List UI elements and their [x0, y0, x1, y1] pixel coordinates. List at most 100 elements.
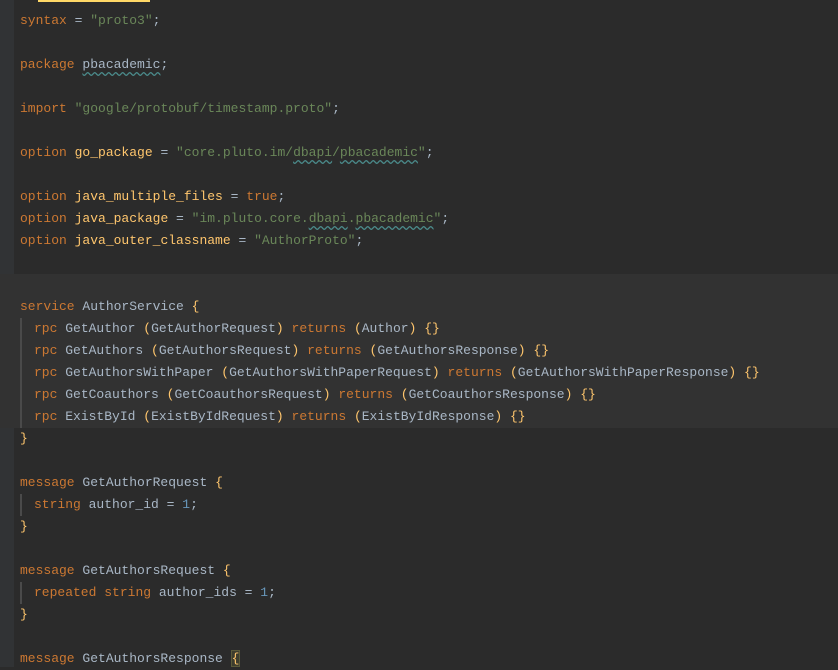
keyword: repeated [34, 585, 96, 600]
indent-guide [20, 318, 22, 340]
keyword: returns [292, 321, 347, 336]
rpc-name: GetAuthorsWithPaper [65, 365, 213, 380]
keyword: returns [338, 387, 393, 402]
code-line[interactable]: message GetAuthorsRequest { [20, 560, 838, 582]
code-line[interactable] [20, 76, 838, 98]
keyword: option [20, 145, 67, 160]
equals: = [231, 233, 254, 248]
boolean: true [246, 189, 277, 204]
keyword: returns [448, 365, 503, 380]
brace: } [20, 431, 28, 446]
paren: ( [221, 365, 229, 380]
field-number: 1 [182, 497, 190, 512]
message-name: GetAuthorRequest [82, 475, 207, 490]
code-line[interactable]: rpc GetAuthor (GetAuthorRequest) returns… [20, 318, 838, 340]
keyword: rpc [34, 409, 57, 424]
semicolon: ; [355, 233, 363, 248]
type-ref: GetAuthorsWithPaperRequest [229, 365, 432, 380]
code-line[interactable]: package pbacademic; [20, 54, 838, 76]
equals: = [159, 497, 182, 512]
code-line[interactable]: service AuthorService { [20, 296, 838, 318]
string-part: dbapi [293, 145, 332, 160]
keyword: rpc [34, 387, 57, 402]
paren: ) [409, 321, 417, 336]
paren: ( [354, 321, 362, 336]
code-line[interactable]: } [20, 604, 838, 626]
type-ref: ExistByIdResponse [362, 409, 495, 424]
code-line[interactable]: option java_multiple_files = true; [20, 186, 838, 208]
type-ref: GetAuthorsResponse [377, 343, 517, 358]
keyword: rpc [34, 343, 57, 358]
equals: = [153, 145, 176, 160]
rpc-name: GetAuthor [65, 321, 135, 336]
paren: ( [151, 343, 159, 358]
brace: { [215, 475, 223, 490]
type-ref: GetCoauthorsRequest [174, 387, 322, 402]
code-line[interactable]: import "google/protobuf/timestamp.proto"… [20, 98, 838, 120]
semicolon: ; [277, 189, 285, 204]
string-literal: "AuthorProto" [254, 233, 355, 248]
paren: ( [510, 365, 518, 380]
keyword: message [20, 563, 75, 578]
code-line[interactable]: string author_id = 1; [20, 494, 838, 516]
code-line[interactable]: message GetAuthorRequest { [20, 472, 838, 494]
code-line[interactable] [20, 32, 838, 54]
code-line[interactable] [20, 274, 838, 296]
paren: ) [323, 387, 331, 402]
code-line[interactable]: } [20, 516, 838, 538]
semicolon: ; [268, 585, 276, 600]
code-line[interactable]: option go_package = "core.pluto.im/dbapi… [20, 142, 838, 164]
equals: = [237, 585, 260, 600]
indent-guide [20, 362, 22, 384]
equals: = [168, 211, 191, 226]
type-ref: Author [362, 321, 409, 336]
type-ref: GetAuthorRequest [151, 321, 276, 336]
braces: {} [510, 409, 526, 424]
keyword: rpc [34, 321, 57, 336]
brace: } [20, 607, 28, 622]
keyword: option [20, 189, 67, 204]
code-line[interactable] [20, 450, 838, 472]
paren: ( [354, 409, 362, 424]
type-ref: GetAuthorsRequest [159, 343, 292, 358]
code-line[interactable]: rpc GetCoauthors (GetCoauthorsRequest) r… [20, 384, 838, 406]
keyword: message [20, 475, 75, 490]
field-name: author_id [89, 497, 159, 512]
code-line[interactable]: syntax = "proto3"; [20, 10, 838, 32]
code-line[interactable]: rpc GetAuthors (GetAuthorsRequest) retur… [20, 340, 838, 362]
type-ref: GetAuthorsWithPaperResponse [518, 365, 729, 380]
code-line[interactable]: rpc ExistById (ExistByIdRequest) returns… [20, 406, 838, 428]
code-line[interactable]: option java_outer_classname = "AuthorPro… [20, 230, 838, 252]
paren: ( [143, 321, 151, 336]
code-line[interactable] [20, 538, 838, 560]
code-editor[interactable]: syntax = "proto3"; package pbacademic; i… [0, 0, 838, 670]
code-line[interactable]: } [20, 428, 838, 450]
paren: ) [276, 409, 284, 424]
braces: {} [424, 321, 440, 336]
code-line[interactable] [20, 164, 838, 186]
string-literal: "core.pluto.im/ [176, 145, 293, 160]
keyword: service [20, 299, 75, 314]
code-line[interactable] [20, 120, 838, 142]
code-line[interactable]: repeated string author_ids = 1; [20, 582, 838, 604]
semicolon: ; [160, 57, 168, 72]
option-name: go_package [75, 145, 153, 160]
semicolon: ; [332, 101, 340, 116]
string-part: pbacademic [340, 145, 418, 160]
semicolon: ; [441, 211, 449, 226]
field-number: 1 [260, 585, 268, 600]
type-ref: ExistByIdRequest [151, 409, 276, 424]
code-line[interactable] [20, 626, 838, 648]
brace: { [192, 299, 200, 314]
indent-guide [20, 384, 22, 406]
paren: ) [432, 365, 440, 380]
indent-guide [20, 494, 22, 516]
braces: {} [744, 365, 760, 380]
code-line[interactable]: rpc GetAuthorsWithPaper (GetAuthorsWithP… [20, 362, 838, 384]
string-literal: "google/protobuf/timestamp.proto" [75, 101, 332, 116]
code-line[interactable]: option java_package = "im.pluto.core.dba… [20, 208, 838, 230]
string-part: dbapi [309, 211, 348, 226]
keyword: message [20, 651, 75, 666]
code-line[interactable] [20, 252, 838, 274]
field-type: string [34, 497, 81, 512]
